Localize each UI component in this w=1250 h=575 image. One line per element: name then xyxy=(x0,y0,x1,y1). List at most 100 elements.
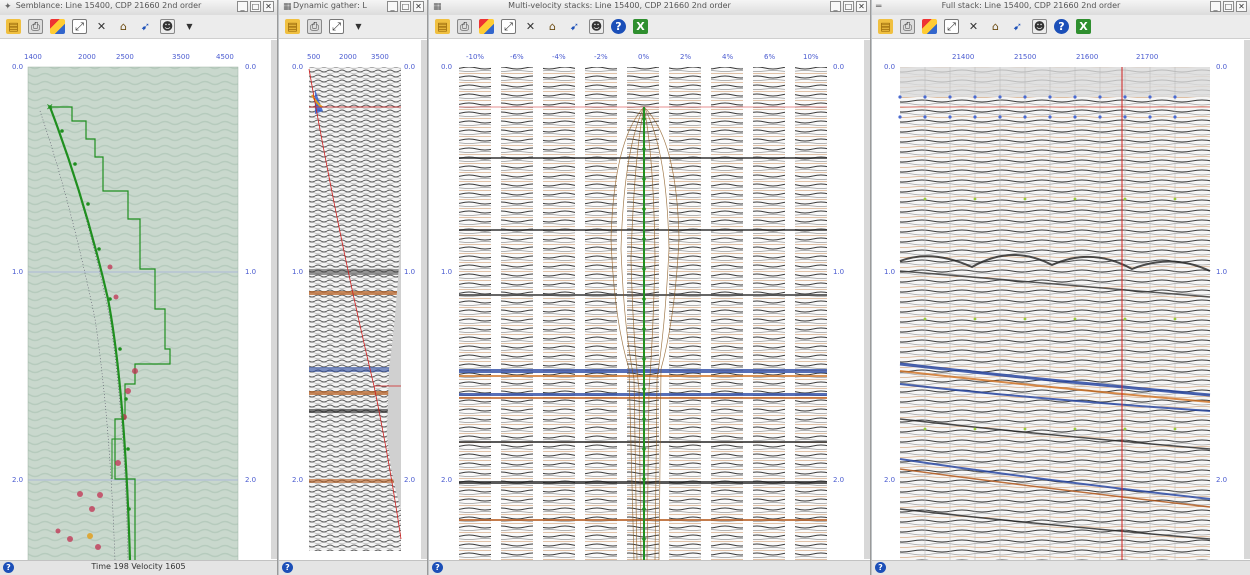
y-tick-0-left: 0.0 xyxy=(441,63,453,71)
open-folder-icon[interactable]: ▤ xyxy=(435,19,450,34)
person-icon[interactable]: ☻ xyxy=(589,19,604,34)
x-tick-4: -2% xyxy=(594,53,608,61)
open-folder-icon[interactable]: ▤ xyxy=(6,19,21,34)
multi-plot[interactable] xyxy=(429,39,865,561)
y-tick-0-right: 0.0 xyxy=(1216,63,1228,71)
semblance-canvas[interactable]: ✕ 1400 2000 2500 3500 4500 0.0 1.0 2.0 0… xyxy=(0,39,277,561)
maximize-button[interactable]: □ xyxy=(1223,1,1234,12)
color-palette-icon[interactable] xyxy=(479,19,494,34)
x-tick-4: 3500 xyxy=(172,53,190,61)
y-tick-0-right: 0.0 xyxy=(404,63,416,71)
semblance-scrollbar[interactable] xyxy=(271,40,277,559)
zoom-fit-icon[interactable]: ⤢ xyxy=(329,19,344,34)
maximize-button[interactable]: □ xyxy=(843,1,854,12)
y-tick-0-left: 0.0 xyxy=(292,63,304,71)
gather-titlebar[interactable]: ▦ Dynamic gather: Line 1 _ □ ✕ xyxy=(279,0,427,16)
pick-cursor-icon[interactable]: ➹ xyxy=(567,19,582,34)
zoom-fit-icon[interactable]: ⤢ xyxy=(944,19,959,34)
y-tick-1-right: 1.0 xyxy=(1216,268,1228,276)
close-x-icon[interactable]: ✕ xyxy=(94,19,109,34)
maximize-button[interactable]: □ xyxy=(250,1,261,12)
gather-statusbar: ? xyxy=(279,560,427,575)
print-icon[interactable]: ⎙ xyxy=(307,19,322,34)
minimize-button[interactable]: _ xyxy=(237,1,248,12)
gather-canvas[interactable]: 500 2000 3500 0.0 1.0 2.0 0.0 1.0 2.0 xyxy=(279,39,427,561)
close-window-button[interactable]: ✕ xyxy=(263,1,274,12)
print-icon[interactable]: ⎙ xyxy=(28,19,43,34)
export-icon[interactable]: X xyxy=(633,19,648,34)
y-tick-2-left: 2.0 xyxy=(884,476,896,484)
close-window-button[interactable]: ✕ xyxy=(413,1,424,12)
x-tick-5: 0% xyxy=(638,53,650,61)
semblance-title: Semblance: Line 15400, CDP 21660 2nd ord… xyxy=(15,1,202,10)
y-tick-2-left: 2.0 xyxy=(292,476,304,484)
semblance-titlebar[interactable]: ✦ Semblance: Line 15400, CDP 21660 2nd o… xyxy=(0,0,277,16)
help-icon[interactable]: ? xyxy=(875,562,886,573)
x-tick-2: 2000 xyxy=(78,53,96,61)
y-tick-0-left: 0.0 xyxy=(12,63,24,71)
y-tick-2-left: 2.0 xyxy=(12,476,24,484)
close-window-button[interactable]: ✕ xyxy=(1236,1,1247,12)
full-plot[interactable] xyxy=(872,39,1244,561)
help-icon[interactable]: ? xyxy=(1054,19,1069,34)
minimize-button[interactable]: _ xyxy=(830,1,841,12)
maximize-button[interactable]: □ xyxy=(400,1,411,12)
x-tick-1: -10% xyxy=(466,53,485,61)
multi-canvas[interactable]: -10% -6% -4% -2% 0% 2% 4% 6% 10% 0.0 1.0… xyxy=(429,39,870,561)
dropdown-chevron-icon[interactable]: ▼ xyxy=(182,19,197,34)
x-tick-2: 2000 xyxy=(339,53,357,61)
full-window: ═ Full stack: Line 15400, CDP 21660 2nd … xyxy=(872,0,1250,575)
y-tick-0-right: 0.0 xyxy=(245,63,257,71)
print-icon[interactable]: ⎙ xyxy=(900,19,915,34)
minimize-button[interactable]: _ xyxy=(1210,1,1221,12)
help-icon[interactable]: ? xyxy=(611,19,626,34)
zoom-fit-icon[interactable]: ⤢ xyxy=(72,19,87,34)
semblance-plot[interactable]: ✕ xyxy=(0,39,272,561)
export-icon[interactable]: X xyxy=(1076,19,1091,34)
full-canvas[interactable]: 21400 21500 21600 21700 0.0 1.0 2.0 0.0 … xyxy=(872,39,1250,561)
help-icon[interactable]: ? xyxy=(282,562,293,573)
full-statusbar: ? xyxy=(872,560,1250,575)
color-palette-icon[interactable] xyxy=(922,19,937,34)
y-tick-2-right: 2.0 xyxy=(245,476,257,484)
x-tick-3: 3500 xyxy=(371,53,389,61)
zoom-fit-icon[interactable]: ⤢ xyxy=(501,19,516,34)
gather-scrollbar[interactable] xyxy=(421,40,427,559)
person-icon[interactable]: ☻ xyxy=(1032,19,1047,34)
open-folder-icon[interactable]: ▤ xyxy=(878,19,893,34)
full-titlebar[interactable]: ═ Full stack: Line 15400, CDP 21660 2nd … xyxy=(872,0,1250,16)
color-palette-icon[interactable] xyxy=(50,19,65,34)
x-tick-7: 4% xyxy=(722,53,734,61)
pick-cursor-icon[interactable]: ➹ xyxy=(1010,19,1025,34)
y-tick-0-left: 0.0 xyxy=(884,63,896,71)
print-icon[interactable]: ⎙ xyxy=(457,19,472,34)
open-folder-icon[interactable]: ▤ xyxy=(285,19,300,34)
multi-titlebar[interactable]: ▦ Multi-velocity stacks: Line 15400, CDP… xyxy=(429,0,870,16)
home-icon[interactable]: ⌂ xyxy=(116,19,131,34)
x-tick-1: 1400 xyxy=(24,53,42,61)
y-tick-1-right: 1.0 xyxy=(245,268,257,276)
close-window-button[interactable]: ✕ xyxy=(856,1,867,12)
person-icon[interactable]: ☻ xyxy=(160,19,175,34)
multi-window: ▦ Multi-velocity stacks: Line 15400, CDP… xyxy=(429,0,871,575)
pick-cursor-icon[interactable]: ➹ xyxy=(138,19,153,34)
semblance-toolbar: ▤ ⎙ ⤢ ✕ ⌂ ➹ ☻ ▼ xyxy=(0,15,277,39)
semblance-status-text: Time 198 Velocity 1605 xyxy=(91,562,186,571)
multi-scrollbar[interactable] xyxy=(864,40,870,559)
minimize-button[interactable]: _ xyxy=(387,1,398,12)
close-x-icon[interactable]: ✕ xyxy=(966,19,981,34)
home-icon[interactable]: ⌂ xyxy=(988,19,1003,34)
help-icon[interactable]: ? xyxy=(432,562,443,573)
dropdown-chevron-icon[interactable]: ▼ xyxy=(351,19,366,34)
x-tick-6: 2% xyxy=(680,53,692,61)
x-tick-9: 10% xyxy=(803,53,819,61)
x-tick-3: 2500 xyxy=(116,53,134,61)
window-menu-icon[interactable]: ▦ xyxy=(283,2,293,12)
home-icon[interactable]: ⌂ xyxy=(545,19,560,34)
close-x-icon[interactable]: ✕ xyxy=(523,19,538,34)
multi-toolbar: ▤ ⎙ ⤢ ✕ ⌂ ➹ ☻ ? X xyxy=(429,15,870,39)
y-tick-1-right: 1.0 xyxy=(404,268,416,276)
x-tick-1: 500 xyxy=(307,53,321,61)
full-scrollbar[interactable] xyxy=(1244,40,1250,559)
y-tick-2-right: 2.0 xyxy=(1216,476,1228,484)
